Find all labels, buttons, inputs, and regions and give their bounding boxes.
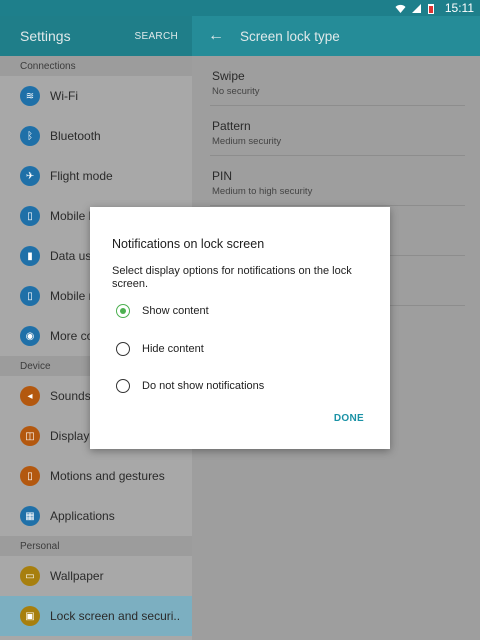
search-button[interactable]: SEARCH [135, 31, 178, 42]
sidebar-item-label: Mobile h [50, 209, 96, 223]
radio-option[interactable]: Show content [116, 304, 209, 318]
wallpaper-icon: ▭ [20, 566, 40, 586]
lock-option[interactable]: Swipe No security [210, 56, 465, 106]
motion-icon: ▯ [20, 466, 40, 486]
more-connections-icon: ◉ [20, 326, 40, 346]
radio-unchecked-icon[interactable] [116, 379, 130, 393]
applications-icon: ▦ [20, 506, 40, 526]
section-header: Connections [0, 56, 192, 76]
lock-option-subtitle: Medium security [212, 136, 282, 147]
section-header: Personal [0, 536, 192, 556]
screen-lock-header: ← Screen lock type [192, 16, 480, 56]
dialog-description: Select display options for notifications… [112, 265, 352, 290]
sidebar-item-label: Applications [50, 509, 115, 523]
notifications-dialog: Notifications on lock screen Select disp… [90, 207, 390, 449]
settings-title: Settings [20, 28, 71, 44]
lock-option-subtitle: Medium to high security [212, 186, 313, 197]
sound-icon: ◂ [20, 386, 40, 406]
back-arrow-icon[interactable]: ← [208, 27, 224, 45]
sidebar-item-label: Motions and gestures [50, 469, 165, 483]
sidebar-item-motions-and-gestures[interactable]: ▯ Motions and gestures [0, 456, 192, 496]
done-button[interactable]: DONE [334, 413, 364, 424]
sidebar-item-label: Sounds [50, 389, 91, 403]
lock-option-title: PIN [212, 169, 233, 183]
sidebar-item-label: Wallpaper [50, 569, 104, 583]
lock-option[interactable]: PIN Medium to high security [210, 156, 465, 206]
sidebar-item-lock-screen-and-securi[interactable]: ▣ Lock screen and securi.. [0, 596, 192, 636]
sidebar-item-label: Display [50, 429, 90, 443]
sidebar-item-wallpaper[interactable]: ▭ Wallpaper [0, 556, 192, 596]
sidebar-item-bluetooth[interactable]: ᛒ Bluetooth [0, 116, 192, 156]
radio-option[interactable]: Do not show notifications [116, 379, 264, 393]
sidebar-item-flight-mode[interactable]: ✈ Flight mode [0, 156, 192, 196]
radio-label: Do not show notifications [142, 380, 265, 392]
sidebar-item-label: Mobile n [50, 289, 96, 303]
data-usage-icon: ▮ [20, 246, 40, 266]
wifi-icon: ≋ [20, 86, 40, 106]
sidebar-item-label: More co [50, 329, 94, 343]
lock-option-subtitle: No security [212, 86, 260, 97]
lock-option-title: Swipe [212, 69, 245, 83]
radio-option[interactable]: Hide content [116, 342, 204, 356]
wifi-status-icon [395, 3, 406, 14]
airplane-icon: ✈ [20, 166, 40, 186]
lock-option[interactable]: Pattern Medium security [210, 106, 465, 156]
radio-label: Show content [142, 305, 209, 317]
signal-icon [411, 3, 422, 14]
sidebar-item-wi-fi[interactable]: ≋ Wi-Fi [0, 76, 192, 116]
radio-unchecked-icon[interactable] [116, 342, 130, 356]
lock-option-title: Pattern [212, 119, 251, 133]
mobile-network-icon: ▯ [20, 286, 40, 306]
lock-icon: ▣ [20, 606, 40, 626]
sidebar-item-applications[interactable]: ▦ Applications [0, 496, 192, 536]
clock: 15:11 [444, 1, 474, 15]
radio-checked-icon[interactable] [116, 304, 130, 318]
mobile-hotspot-icon: ▯ [20, 206, 40, 226]
radio-label: Hide content [142, 343, 204, 355]
sidebar-item-label: Wi-Fi [50, 89, 78, 103]
screen-lock-title: Screen lock type [240, 28, 340, 44]
dialog-title: Notifications on lock screen [112, 237, 265, 251]
battery-icon [427, 3, 438, 14]
status-bar: 15:11 [0, 0, 480, 16]
settings-header: Settings SEARCH [0, 16, 192, 56]
sidebar-item-label: Lock screen and securi.. [50, 609, 181, 623]
bluetooth-icon: ᛒ [20, 126, 40, 146]
display-icon: ◫ [20, 426, 40, 446]
sidebar-item-label: Bluetooth [50, 129, 101, 143]
sidebar-item-label: Flight mode [50, 169, 113, 183]
